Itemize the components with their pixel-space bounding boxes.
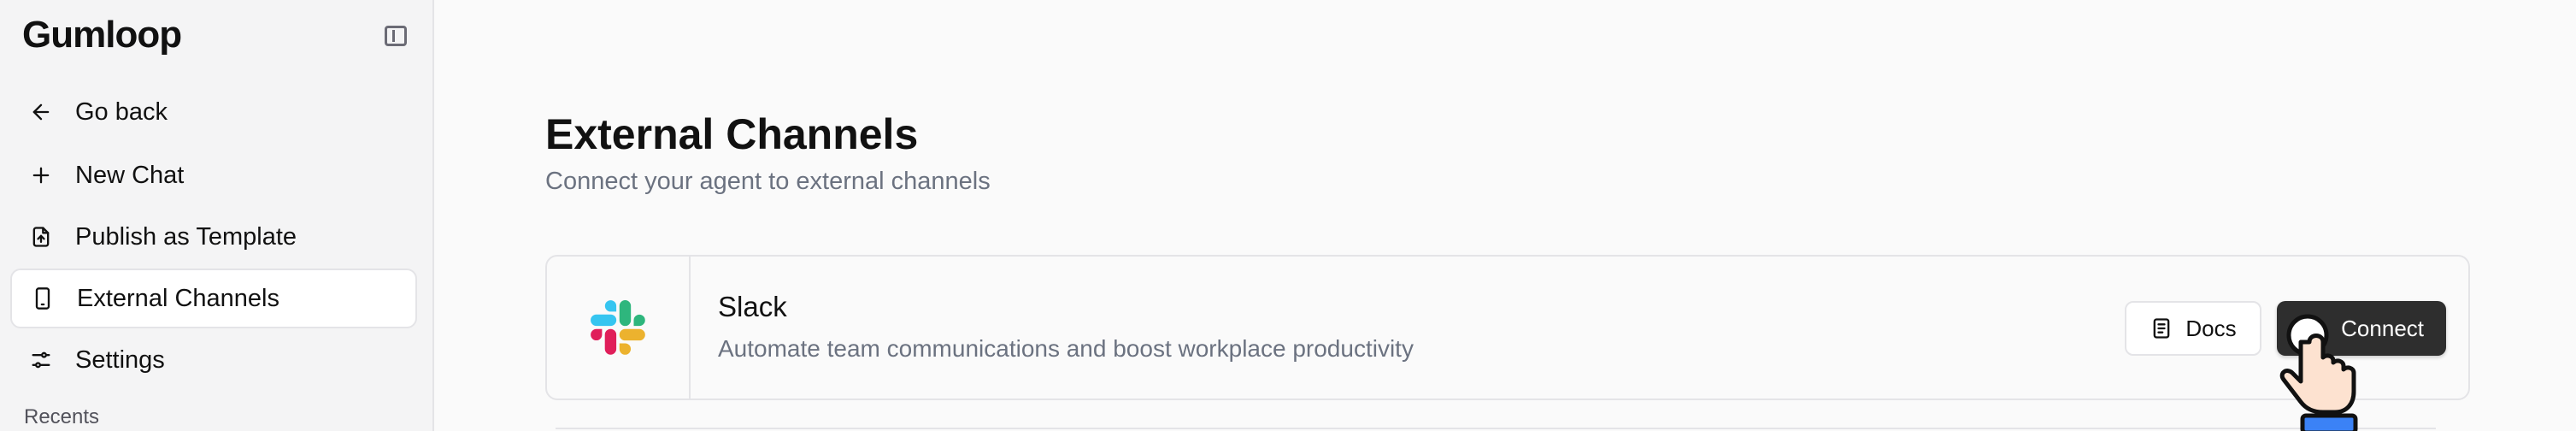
document-icon [2154,318,2170,339]
sidebar-item-label: Go back [75,97,168,126]
hand-pointer-cursor-icon [2279,314,2358,431]
sidebar-item-go-back[interactable]: Go back [10,82,417,142]
sidebar-item-label: Publish as Template [75,222,297,251]
file-upload-icon [27,223,55,251]
phone-icon [29,285,56,312]
recents-heading: Recents [24,405,100,428]
sidebar-item-settings[interactable]: Settings [10,330,417,390]
main-content: External Channels Connect your agent to … [436,0,2576,431]
sliders-icon [27,346,55,374]
channel-description: Automate team communications and boost w… [718,335,1414,362]
arrow-left-icon [27,98,55,126]
sidebar-item-label: Settings [75,345,165,374]
sidebar: Gumloop Go back New Chat Publish as Temp… [0,0,434,431]
docs-button[interactable]: Docs [2125,301,2261,356]
sidebar-item-new-chat[interactable]: New Chat [10,145,417,205]
gumloop-logo[interactable]: Gumloop [22,14,182,56]
slack-logo-icon [547,257,691,399]
divider [556,428,2436,429]
sidebar-item-publish-template[interactable]: Publish as Template [10,207,417,267]
sidebar-item-label: External Channels [77,284,279,312]
sidebar-item-label: New Chat [75,161,185,189]
page-subtitle: Connect your agent to external channels [545,168,991,195]
channel-name: Slack [718,291,787,322]
sidebar-toggle-icon[interactable] [385,26,407,46]
plus-icon [27,162,55,189]
channel-card-slack: Slack Automate team communications and b… [545,255,2470,400]
page-title: External Channels [545,110,919,158]
sidebar-item-external-channels[interactable]: External Channels [10,269,417,328]
docs-button-label: Docs [2185,315,2237,341]
